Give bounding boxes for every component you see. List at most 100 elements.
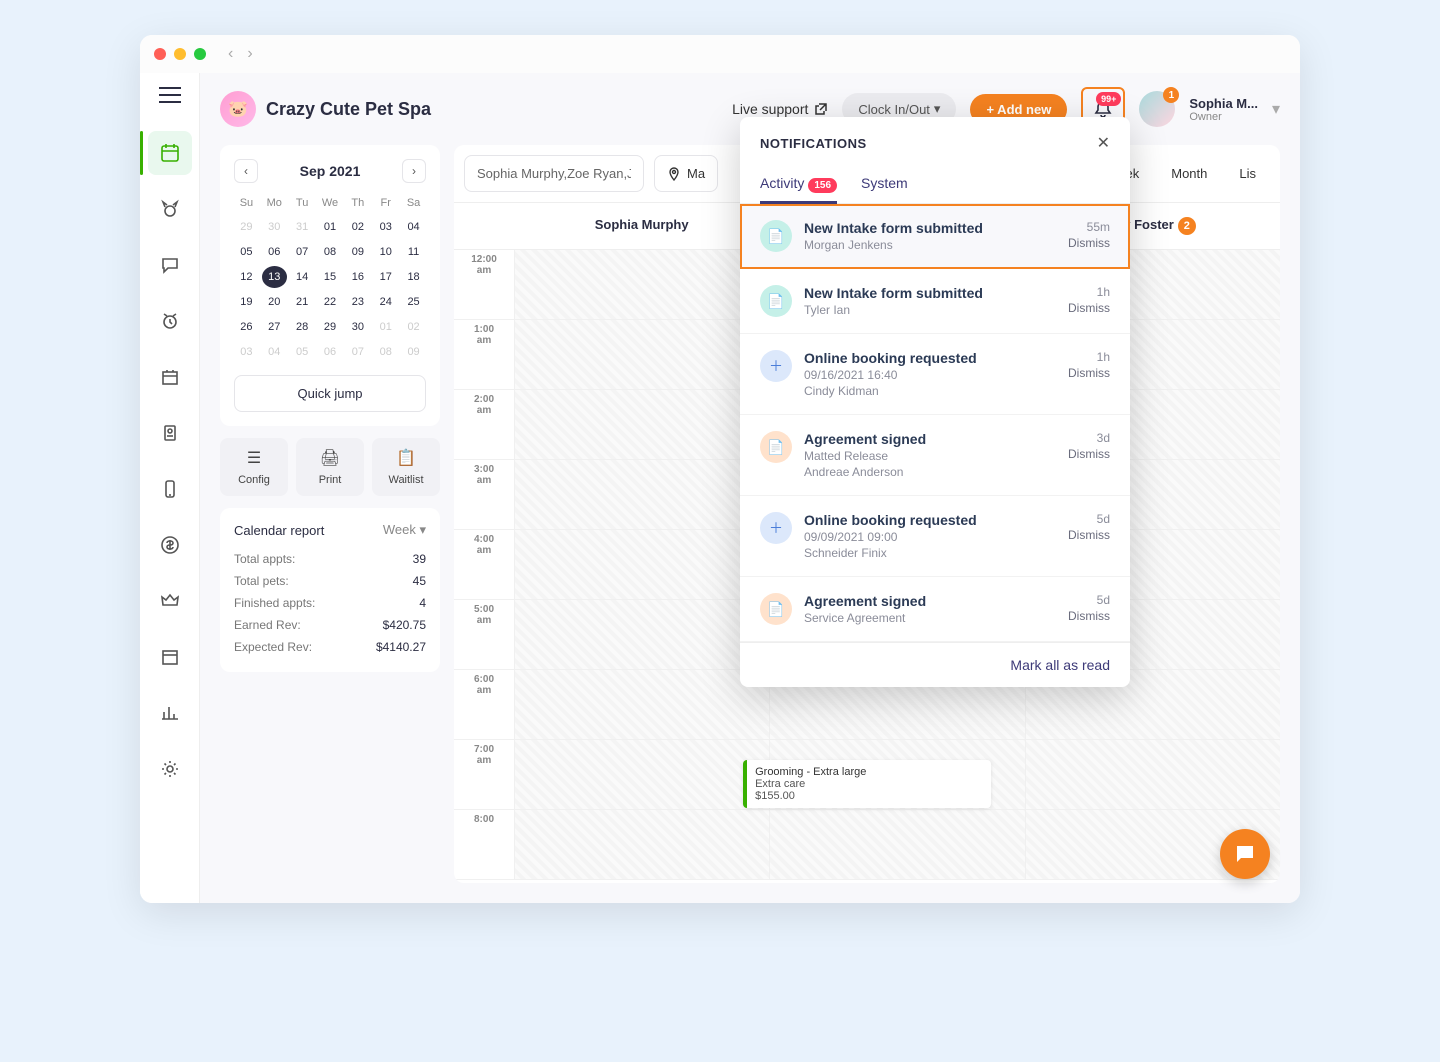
cal-day[interactable]: 02 [345, 216, 370, 238]
cal-day[interactable]: 01 [373, 316, 398, 338]
cal-day[interactable]: 19 [234, 291, 259, 313]
cal-day[interactable]: 06 [262, 241, 287, 263]
notifications-close[interactable]: ✕ [1097, 133, 1110, 153]
nav-messages[interactable] [148, 243, 192, 287]
cal-day[interactable]: 30 [262, 216, 287, 238]
nav-reports[interactable] [148, 691, 192, 735]
cal-day[interactable]: 25 [401, 291, 426, 313]
map-button[interactable]: Ma [654, 155, 718, 192]
report-period-select[interactable]: Week ▾ [383, 522, 426, 538]
nav-store[interactable] [148, 635, 192, 679]
history-back[interactable]: ‹ [228, 45, 233, 63]
cal-day[interactable]: 04 [401, 216, 426, 238]
cal-day[interactable]: 05 [290, 341, 315, 363]
mark-all-read[interactable]: Mark all as read [740, 642, 1130, 687]
cal-day[interactable]: 20 [262, 291, 287, 313]
cal-day[interactable]: 11 [401, 241, 426, 263]
cal-day[interactable]: 04 [262, 341, 287, 363]
cal-day[interactable]: 24 [373, 291, 398, 313]
cal-day[interactable]: 21 [290, 291, 315, 313]
cal-day[interactable]: 29 [318, 316, 343, 338]
cal-day[interactable]: 07 [345, 341, 370, 363]
notification-item[interactable]: ＋ Online booking requested 09/09/2021 09… [740, 496, 1130, 577]
live-support-link[interactable]: Live support [732, 101, 828, 117]
notification-dismiss[interactable]: Dismiss [1068, 609, 1110, 623]
window-minimize[interactable] [174, 48, 186, 60]
notification-item[interactable]: 📄 New Intake form submitted Morgan Jenke… [740, 204, 1130, 269]
nav-crown[interactable] [148, 579, 192, 623]
cal-day[interactable]: 07 [290, 241, 315, 263]
chat-fab[interactable] [1220, 829, 1270, 879]
cal-day[interactable]: 16 [345, 266, 370, 288]
nav-phone[interactable] [148, 467, 192, 511]
cal-day[interactable]: 10 [373, 241, 398, 263]
schedule-cell[interactable] [514, 670, 769, 739]
menu-toggle[interactable] [159, 87, 181, 103]
quick-jump-button[interactable]: Quick jump [234, 375, 426, 412]
nav-pets[interactable] [148, 187, 192, 231]
cal-day[interactable]: 22 [318, 291, 343, 313]
cal-day[interactable]: 09 [345, 241, 370, 263]
cal-day[interactable]: 27 [262, 316, 287, 338]
notification-item[interactable]: ＋ Online booking requested 09/16/2021 16… [740, 334, 1130, 415]
schedule-cell[interactable] [514, 460, 769, 529]
staff-filter-input[interactable] [464, 155, 644, 192]
notification-dismiss[interactable]: Dismiss [1068, 528, 1110, 542]
cal-prev[interactable]: ‹ [234, 159, 258, 183]
nav-settings[interactable] [148, 747, 192, 791]
tab-activity[interactable]: Activity156 [760, 169, 837, 203]
config-button[interactable]: ☰Config [220, 438, 288, 496]
cal-day[interactable]: 31 [290, 216, 315, 238]
notification-dismiss[interactable]: Dismiss [1068, 301, 1110, 315]
cal-day[interactable]: 08 [373, 341, 398, 363]
schedule-cell[interactable] [514, 600, 769, 669]
notification-dismiss[interactable]: Dismiss [1068, 236, 1110, 250]
waitlist-button[interactable]: 📋Waitlist [372, 438, 440, 496]
view-list[interactable]: Lis [1225, 158, 1270, 189]
notification-dismiss[interactable]: Dismiss [1068, 366, 1110, 380]
cal-day[interactable]: 01 [318, 216, 343, 238]
schedule-cell[interactable] [514, 530, 769, 599]
nav-schedule[interactable] [148, 355, 192, 399]
schedule-cell[interactable] [514, 390, 769, 459]
nav-reminders[interactable] [148, 299, 192, 343]
nav-billing[interactable] [148, 523, 192, 567]
user-avatar[interactable]: 1 [1139, 91, 1175, 127]
cal-day[interactable]: 09 [401, 341, 426, 363]
notification-dismiss[interactable]: Dismiss [1068, 447, 1110, 461]
schedule-cell[interactable] [1025, 740, 1280, 809]
cal-day[interactable]: 03 [373, 216, 398, 238]
print-button[interactable]: 🖨Print [296, 438, 364, 496]
cal-day[interactable]: 17 [373, 266, 398, 288]
schedule-cell[interactable] [514, 250, 769, 319]
user-menu[interactable]: Sophia M... Owner [1189, 96, 1258, 123]
cal-day[interactable]: 14 [290, 266, 315, 288]
window-close[interactable] [154, 48, 166, 60]
nav-records[interactable] [148, 411, 192, 455]
cal-day[interactable]: 06 [318, 341, 343, 363]
cal-day[interactable]: 03 [234, 341, 259, 363]
window-maximize[interactable] [194, 48, 206, 60]
tab-system[interactable]: System [861, 169, 908, 203]
cal-day[interactable]: 15 [318, 266, 343, 288]
cal-day[interactable]: 18 [401, 266, 426, 288]
history-forward[interactable]: › [247, 45, 252, 63]
notification-item[interactable]: 📄 New Intake form submitted Tyler Ian 1h… [740, 269, 1130, 334]
cal-day[interactable]: 05 [234, 241, 259, 263]
nav-calendar[interactable] [148, 131, 192, 175]
notification-item[interactable]: 📄 Agreement signed Service Agreement 5d … [740, 577, 1130, 642]
schedule-cell[interactable] [514, 740, 769, 809]
notification-item[interactable]: 📄 Agreement signed Matted Release Andrea… [740, 415, 1130, 496]
cal-day[interactable]: 26 [234, 316, 259, 338]
cal-day[interactable]: 28 [290, 316, 315, 338]
view-month[interactable]: Month [1157, 158, 1221, 189]
cal-day[interactable]: 02 [401, 316, 426, 338]
appointment-card[interactable]: Grooming - Extra large Extra care $155.0… [743, 760, 991, 808]
cal-day[interactable]: 12 [234, 266, 259, 288]
schedule-cell[interactable] [514, 320, 769, 389]
cal-next[interactable]: › [402, 159, 426, 183]
cal-day[interactable]: 13 [262, 266, 287, 288]
cal-day[interactable]: 23 [345, 291, 370, 313]
staff-column-header[interactable]: Sophia Murphy [514, 203, 769, 249]
cal-day[interactable]: 29 [234, 216, 259, 238]
